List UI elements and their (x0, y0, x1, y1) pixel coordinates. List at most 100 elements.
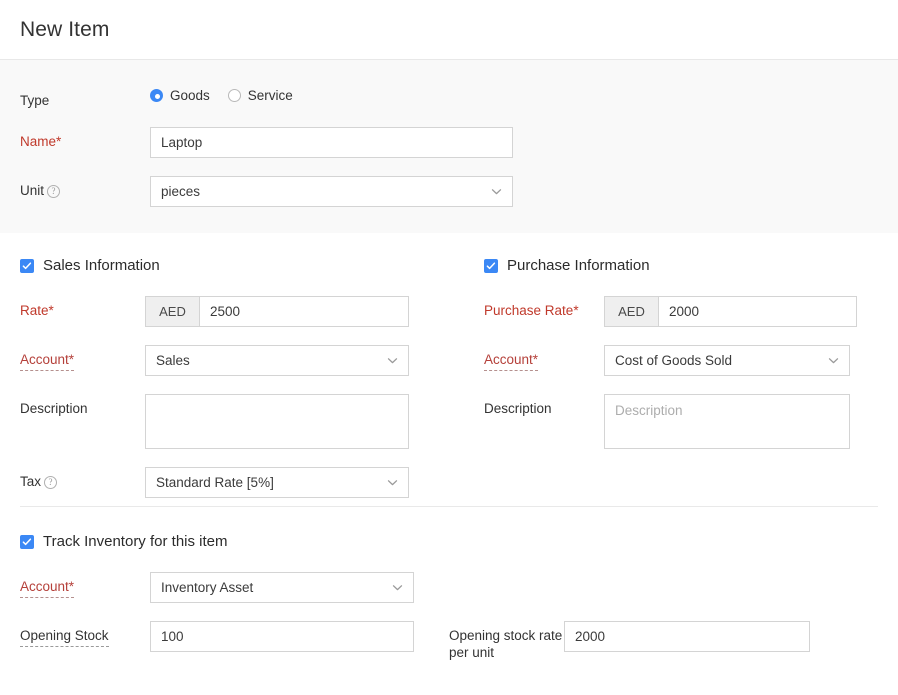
opening-stock-label-text: Opening Stock (20, 627, 109, 647)
purchase-information-label: Purchase Information (507, 257, 650, 274)
sales-rate-label: Rate* (0, 296, 145, 319)
chevron-down-icon (387, 355, 398, 366)
purchase-description-control (604, 394, 850, 449)
opening-stock-rate-input[interactable] (564, 621, 810, 652)
purchase-description-textarea[interactable] (604, 394, 850, 449)
purchase-account-label-inner: Account (484, 352, 533, 367)
purchase-rate-label-text: Purchase Rate (484, 303, 573, 318)
purchase-account-label: Account* (449, 345, 604, 371)
radio-goods-label: Goods (170, 88, 210, 103)
type-radio-group: Goods Service (150, 86, 311, 103)
opening-stock-input[interactable] (150, 621, 414, 652)
opening-stock-rate-control (564, 621, 810, 652)
chevron-down-icon (387, 477, 398, 488)
sales-tax-label-text: Tax (20, 474, 41, 489)
sales-information-label: Sales Information (43, 257, 160, 274)
name-label-text: Name (20, 134, 56, 149)
sales-rate-label-text: Rate (20, 303, 49, 318)
opening-stock-label: Opening Stock (0, 621, 150, 647)
sales-account-label: Account* (0, 345, 145, 371)
sales-rate-row: Rate* AED (0, 296, 449, 327)
radio-service-label: Service (248, 88, 293, 103)
chevron-down-icon (491, 186, 502, 197)
purchase-currency-prefix: AED (604, 296, 658, 327)
purchase-account-select-value: Cost of Goods Sold (615, 353, 732, 368)
inventory-account-label: Account* (0, 572, 150, 598)
purchase-description-row: Description (449, 394, 898, 449)
chevron-down-icon (392, 582, 403, 593)
radio-goods-indicator[interactable] (150, 89, 163, 102)
sales-account-label-inner: Account (20, 352, 69, 367)
sales-description-textarea[interactable] (145, 394, 409, 449)
purchase-information-checkbox[interactable] (484, 259, 498, 273)
track-inventory-checkbox[interactable] (20, 535, 34, 549)
sales-account-select[interactable]: Sales (145, 345, 409, 376)
sales-account-control: Sales (145, 345, 409, 376)
page-header: New Item (0, 0, 898, 60)
sales-purchase-section: Sales Information Rate* AED Account* Sal… (0, 233, 898, 506)
sales-description-label: Description (0, 394, 145, 417)
purchase-information-header: Purchase Information (449, 257, 898, 274)
page-title: New Item (20, 18, 110, 42)
purchase-account-control: Cost of Goods Sold (604, 345, 850, 376)
opening-stock-rate-label: Opening stock rate per unit (414, 621, 564, 661)
sales-currency-prefix: AED (145, 296, 199, 327)
sales-account-required-mark: * (69, 352, 74, 367)
track-inventory-header: Track Inventory for this item (0, 533, 898, 550)
two-column-layout: Sales Information Rate* AED Account* Sal… (0, 257, 898, 498)
type-label: Type (0, 86, 150, 109)
basic-info-section: Type Goods Service Name* Unit? (0, 60, 898, 233)
sales-information-column: Sales Information Rate* AED Account* Sal… (0, 257, 449, 498)
sales-information-checkbox[interactable] (20, 259, 34, 273)
sales-account-row: Account* Sales (0, 345, 449, 376)
purchase-information-column: Purchase Information Purchase Rate* AED … (449, 257, 898, 498)
inventory-account-label-text: Account* (20, 578, 74, 598)
sales-rate-input[interactable] (199, 296, 409, 327)
sales-tax-select-value: Standard Rate [5%] (156, 475, 274, 490)
unit-control: pieces (150, 176, 513, 207)
purchase-rate-row: Purchase Rate* AED (449, 296, 898, 327)
purchase-rate-input[interactable] (658, 296, 857, 327)
purchase-account-row: Account* Cost of Goods Sold (449, 345, 898, 376)
purchase-account-select[interactable]: Cost of Goods Sold (604, 345, 850, 376)
sales-tax-control: Standard Rate [5%] (145, 467, 409, 498)
sales-rate-required-mark: * (49, 303, 54, 318)
sales-tax-row: Tax? Standard Rate [5%] (0, 467, 449, 498)
unit-select[interactable]: pieces (150, 176, 513, 207)
name-input[interactable] (150, 127, 513, 158)
inventory-account-required-mark: * (69, 579, 74, 594)
chevron-down-icon (828, 355, 839, 366)
radio-option-service[interactable]: Service (228, 88, 293, 103)
question-mark-icon[interactable]: ? (47, 185, 60, 198)
name-control (150, 127, 513, 158)
question-mark-icon[interactable]: ? (44, 476, 57, 489)
inventory-account-select[interactable]: Inventory Asset (150, 572, 414, 603)
sales-tax-select[interactable]: Standard Rate [5%] (145, 467, 409, 498)
name-required-mark: * (56, 134, 61, 149)
opening-stock-row: Opening Stock Opening stock rate per uni… (0, 621, 898, 661)
name-label: Name* (0, 127, 150, 150)
radio-service-indicator[interactable] (228, 89, 241, 102)
purchase-account-required-mark: * (533, 352, 538, 367)
name-row: Name* (0, 127, 898, 158)
sales-account-label-text: Account* (20, 351, 74, 371)
unit-label: Unit? (0, 176, 150, 199)
purchase-rate-required-mark: * (573, 303, 578, 318)
type-row: Type Goods Service (0, 86, 898, 109)
inventory-account-control: Inventory Asset (150, 572, 414, 603)
unit-select-value: pieces (161, 184, 200, 199)
purchase-rate-control: AED (604, 296, 850, 327)
sales-description-control (145, 394, 409, 449)
unit-label-text: Unit (20, 183, 44, 198)
opening-stock-control (150, 621, 414, 652)
unit-row: Unit? pieces (0, 176, 898, 207)
sales-rate-control: AED (145, 296, 409, 327)
radio-option-goods[interactable]: Goods (150, 88, 210, 103)
track-inventory-label: Track Inventory for this item (43, 533, 228, 550)
sales-account-select-value: Sales (156, 353, 190, 368)
new-item-page: New Item Type Goods Service Name* (0, 0, 898, 695)
sales-information-header: Sales Information (0, 257, 449, 274)
sales-tax-label: Tax? (0, 467, 145, 490)
purchase-account-label-text: Account* (484, 351, 538, 371)
sales-description-row: Description (0, 394, 449, 449)
